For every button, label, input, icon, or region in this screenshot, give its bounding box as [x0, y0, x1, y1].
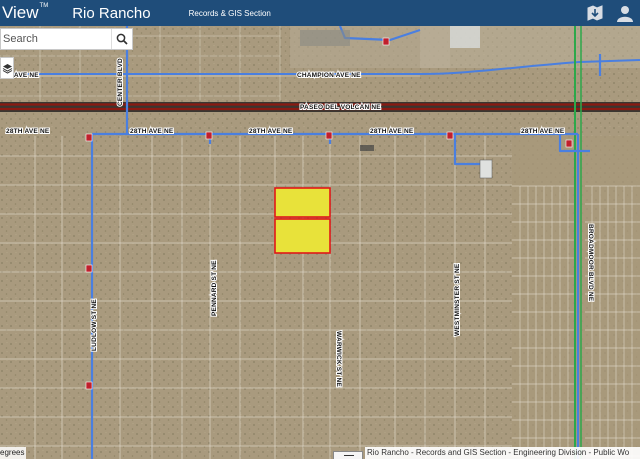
layers-icon — [2, 63, 12, 74]
road-label-28th-2: 28TH AVE NE — [130, 128, 174, 135]
road-label-28th-5: 28TH AVE NE — [521, 128, 565, 135]
scale-bar — [333, 451, 363, 459]
map-canvas[interactable]: ON AVE NE CHAMPION AVE NE PASEO DEL VOLC… — [0, 26, 640, 459]
road-label-paseo: PASEO DEL VOLCAN NE — [300, 104, 381, 111]
road-label-center: CENTER BLVD — [117, 58, 124, 106]
search-button[interactable] — [111, 29, 132, 49]
map-export-icon[interactable] — [586, 4, 604, 22]
hydrant-marker[interactable] — [205, 131, 213, 140]
highlighted-parcel-south[interactable] — [274, 218, 331, 254]
user-icon[interactable] — [616, 4, 634, 22]
highlighted-parcel-north[interactable] — [274, 187, 331, 218]
app-title: Rio Rancho — [72, 4, 151, 22]
app-subtitle: Records & GIS Section — [188, 8, 271, 18]
hydrant-marker[interactable] — [85, 264, 93, 273]
brand-logo[interactable]: ViewTM — [2, 3, 48, 23]
coordinate-units-label: egrees — [0, 447, 27, 459]
road-label-pennard: PENNARD ST NE — [211, 260, 218, 316]
road-label-champion: CHAMPION AVE NE — [297, 72, 361, 79]
hydrant-marker[interactable] — [325, 131, 333, 140]
road-label-28th-1: 28TH AVE NE — [6, 128, 50, 135]
road-label-warwick: WARWICK ST NE — [335, 331, 342, 387]
hydrant-marker[interactable] — [85, 133, 93, 142]
hydrant-marker[interactable] — [85, 381, 93, 390]
layers-button[interactable] — [0, 57, 14, 79]
search-input[interactable] — [1, 29, 111, 49]
attribution-text: Rio Rancho - Records and GIS Section - E… — [365, 447, 640, 459]
hydrant-marker[interactable] — [446, 131, 454, 140]
road-label-28th-4: 28TH AVE NE — [370, 128, 414, 135]
search-icon — [116, 33, 128, 45]
road-label-28th-3: 28TH AVE NE — [249, 128, 293, 135]
search-box — [0, 28, 133, 50]
road-label-westminster: WESTMINSTER ST NE — [454, 263, 461, 336]
road-label-ludlow: LUDLOW ST NE — [91, 299, 98, 351]
map-view[interactable]: ON AVE NE CHAMPION AVE NE PASEO DEL VOLC… — [0, 26, 640, 459]
app-header: ViewTM Rio Rancho Records & GIS Section — [0, 0, 640, 26]
hydrant-marker[interactable] — [565, 139, 573, 148]
road-label-broadmoor: BROADMOOR BLVD NE — [587, 224, 594, 302]
hydrant-marker[interactable] — [382, 37, 390, 46]
